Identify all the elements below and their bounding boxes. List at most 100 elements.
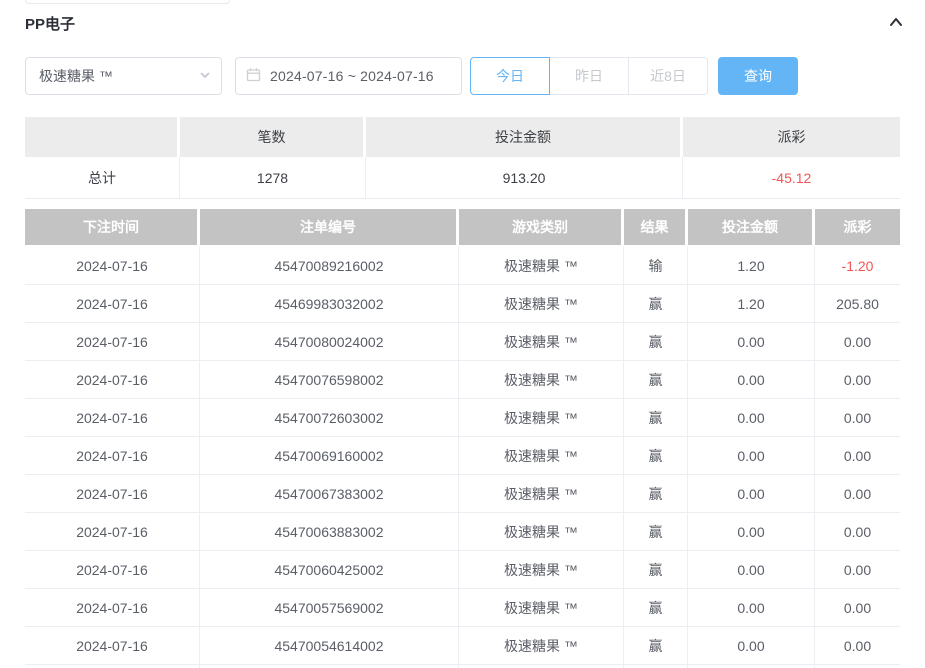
cell-result: 赢 [624, 475, 688, 512]
cell-bet-amount: 0.00 [688, 627, 815, 664]
cell-bet-amount: 0.00 [688, 437, 815, 474]
summary-header-payout: 派彩 [683, 117, 900, 157]
cell-game-category: 极速糖果 ™ [459, 475, 624, 512]
cell-order-number: 45470080024002 [200, 323, 459, 360]
table-row: 2024-07-16 45470063883002 极速糖果 ™ 赢 0.00 … [25, 513, 900, 551]
table-row: 2024-07-16 45469983032002 极速糖果 ™ 赢 1.20 … [25, 285, 900, 323]
cell-result: 赢 [624, 361, 688, 398]
cell-bet-amount: 0.00 [688, 589, 815, 626]
summary-table: 笔数 投注金额 派彩 总计 1278 913.20 -45.12 [25, 117, 900, 199]
table-row: 2024-07-16 45470089216002 极速糖果 ™ 输 1.20 … [25, 247, 900, 285]
col-header-result: 结果 [624, 209, 688, 245]
summary-total-count: 1278 [180, 157, 366, 198]
table-row: 2024-07-16 45470080024002 极速糖果 ™ 赢 0.00 … [25, 323, 900, 361]
cell-order-number: 45469983032002 [200, 285, 459, 322]
table-body: 2024-07-16 45470089216002 极速糖果 ™ 输 1.20 … [25, 247, 900, 665]
panel-header: PP电子 [0, 0, 925, 36]
cell-bet-time: 2024-07-16 [25, 627, 200, 664]
cell-game-category: 极速糖果 ™ [459, 323, 624, 360]
calendar-icon [246, 67, 261, 85]
cell-order-number: 45470060425002 [200, 551, 459, 588]
table-row: 2024-07-16 45470069160002 极速糖果 ™ 赢 0.00 … [25, 437, 900, 475]
table-row: 2024-07-16 45470072603002 极速糖果 ™ 赢 0.00 … [25, 399, 900, 437]
cell-result: 赢 [624, 437, 688, 474]
cell-bet-amount: 0.00 [688, 361, 815, 398]
cell-payout: 0.00 [815, 589, 900, 626]
col-header-bet-time: 下注时间 [25, 209, 200, 245]
cell-bet-amount: 0.00 [688, 475, 815, 512]
cell-result: 赢 [624, 323, 688, 360]
summary-total-bet-amount: 913.20 [366, 157, 683, 198]
cell-result: 输 [624, 247, 688, 284]
cell-payout: 0.00 [815, 361, 900, 398]
cell-payout: 205.80 [815, 285, 900, 322]
game-select[interactable]: 极速糖果 ™ [25, 57, 222, 95]
cell-payout: 0.00 [815, 513, 900, 550]
cell-order-number: 45470057569002 [200, 589, 459, 626]
cell-order-number: 45470072603002 [200, 399, 459, 436]
summary-header-count: 笔数 [180, 117, 366, 157]
cell-result: 赢 [624, 589, 688, 626]
cell-bet-time: 2024-07-16 [25, 247, 200, 284]
cutoff-element-top [25, 0, 230, 4]
quick-range-last8days-button[interactable]: 近8日 [628, 57, 708, 95]
summary-header-row: 笔数 投注金额 派彩 [25, 117, 900, 157]
cell-bet-amount: 0.00 [688, 513, 815, 550]
quick-range-today-button[interactable]: 今日 [470, 57, 550, 95]
cell-bet-time: 2024-07-16 [25, 399, 200, 436]
cell-game-category: 极速糖果 ™ [459, 589, 624, 626]
summary-header-bet-amount: 投注金额 [366, 117, 683, 157]
chevron-up-icon [887, 13, 905, 34]
cell-game-category: 极速糖果 ™ [459, 551, 624, 588]
cell-bet-amount: 0.00 [688, 551, 815, 588]
cell-result: 赢 [624, 551, 688, 588]
quick-range-group: 今日 昨日 近8日 [470, 57, 708, 95]
col-header-game-category: 游戏类别 [459, 209, 624, 245]
cell-game-category: 极速糖果 ™ [459, 513, 624, 550]
col-header-bet-amount: 投注金额 [688, 209, 815, 245]
table-row: 2024-07-16 45470067383002 极速糖果 ™ 赢 0.00 … [25, 475, 900, 513]
cell-result: 赢 [624, 513, 688, 550]
quick-range-yesterday-button[interactable]: 昨日 [549, 57, 629, 95]
cell-payout: 0.00 [815, 399, 900, 436]
cell-order-number: 45470076598002 [200, 361, 459, 398]
game-select-value: 极速糖果 ™ [39, 66, 113, 86]
chevron-down-icon [199, 68, 211, 84]
cell-bet-time: 2024-07-16 [25, 285, 200, 322]
cell-bet-time: 2024-07-16 [25, 475, 200, 512]
cell-result: 赢 [624, 399, 688, 436]
cell-game-category: 极速糖果 ™ [459, 627, 624, 664]
summary-total-label: 总计 [25, 157, 180, 198]
table-header-row: 下注时间 注单编号 游戏类别 结果 投注金额 派彩 [25, 209, 900, 245]
table-row: 2024-07-16 45470076598002 极速糖果 ™ 赢 0.00 … [25, 361, 900, 399]
cell-bet-time: 2024-07-16 [25, 589, 200, 626]
cell-payout: 0.00 [815, 627, 900, 664]
search-button[interactable]: 查询 [718, 57, 798, 95]
cell-game-category: 极速糖果 ™ [459, 361, 624, 398]
bet-records-panel: PP电子 极速糖果 ™ [0, 0, 925, 668]
cell-result: 赢 [624, 285, 688, 322]
cell-payout: 0.00 [815, 437, 900, 474]
col-header-order-number: 注单编号 [200, 209, 459, 245]
summary-header-corner [25, 117, 180, 157]
cell-result: 赢 [624, 627, 688, 664]
cell-bet-time: 2024-07-16 [25, 513, 200, 550]
cell-order-number: 45470089216002 [200, 247, 459, 284]
panel-title: PP电子 [25, 13, 75, 34]
date-range-input[interactable]: 2024-07-16 ~ 2024-07-16 [235, 57, 462, 95]
table-row: 2024-07-16 45470057569002 极速糖果 ™ 赢 0.00 … [25, 589, 900, 627]
cell-payout: 0.00 [815, 323, 900, 360]
cell-order-number: 45470067383002 [200, 475, 459, 512]
bet-records-table: 下注时间 注单编号 游戏类别 结果 投注金额 派彩 2024-07-16 454… [25, 209, 900, 668]
table-row: 2024-07-16 45470054614002 极速糖果 ™ 赢 0.00 … [25, 627, 900, 665]
cell-payout: 0.00 [815, 475, 900, 512]
collapse-panel-button[interactable] [885, 11, 907, 36]
cell-bet-amount: 1.20 [688, 247, 815, 284]
cell-payout: -1.20 [815, 247, 900, 284]
cell-game-category: 极速糖果 ™ [459, 285, 624, 322]
cell-bet-time: 2024-07-16 [25, 323, 200, 360]
cell-bet-time: 2024-07-16 [25, 361, 200, 398]
cell-bet-amount: 0.00 [688, 323, 815, 360]
cell-game-category: 极速糖果 ™ [459, 247, 624, 284]
cell-order-number: 45470069160002 [200, 437, 459, 474]
